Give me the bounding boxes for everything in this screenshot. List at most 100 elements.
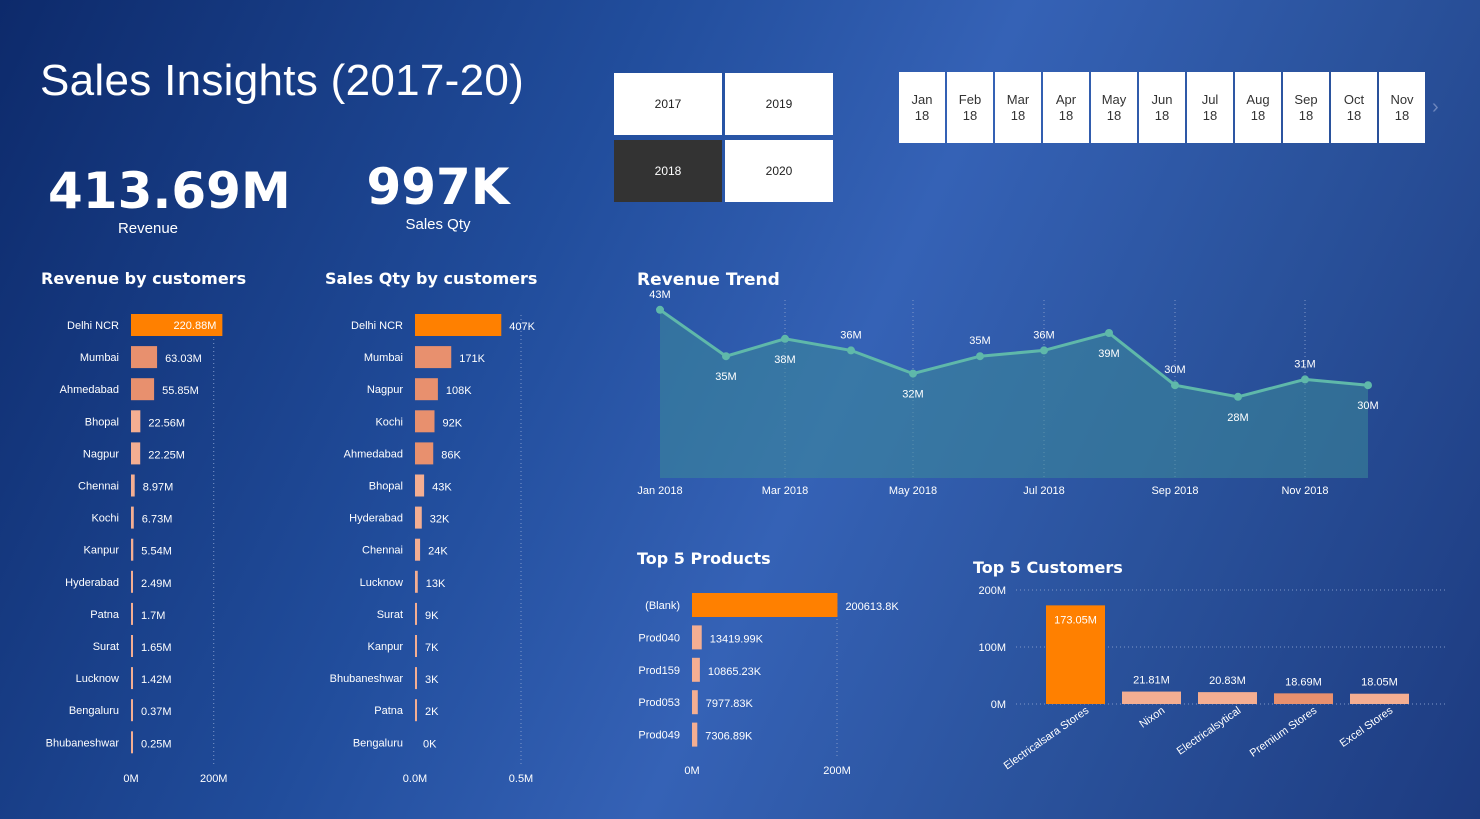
category-label: Delhi NCR [67, 320, 119, 332]
bar [1122, 691, 1181, 704]
category-label: Prod040 [638, 632, 680, 644]
data-label: 21.81M [1133, 675, 1170, 687]
data-label: 30M [1164, 364, 1185, 376]
data-label: 39M [1098, 348, 1119, 360]
bar [415, 699, 417, 722]
bar [415, 474, 425, 497]
data-point [781, 334, 789, 343]
bar [1350, 693, 1409, 704]
category-label: Surat [93, 641, 119, 653]
axis-tick-label: 0M [123, 773, 138, 785]
bar [415, 602, 417, 625]
data-label: 10865.23K [708, 666, 762, 678]
data-label: 22.25M [148, 449, 185, 461]
data-label: 220.88M [174, 320, 217, 332]
category-label: Kanpur [368, 641, 404, 653]
data-label: 5.54M [141, 546, 172, 558]
data-label: 8.97M [143, 482, 174, 494]
bar [692, 593, 838, 617]
data-label: 32K [430, 514, 450, 526]
data-label: 55.85M [162, 385, 199, 397]
data-point [656, 305, 664, 314]
data-label: 9K [425, 610, 439, 622]
area-fill [660, 309, 1368, 478]
bar [131, 570, 133, 593]
data-label: 36M [1033, 329, 1054, 341]
data-label: 0.37M [141, 706, 172, 718]
category-label: Electricalsytical [1175, 705, 1243, 758]
bar [131, 410, 141, 433]
top5-products-chart: 0M 200M (Blank) 200613.8K Prod040 13419.99K Pr… [638, 593, 899, 777]
data-label: 7K [425, 642, 439, 654]
data-label: 18.69M [1285, 676, 1322, 688]
data-label: 32M [902, 389, 923, 401]
data-point [1105, 329, 1113, 337]
data-point [1171, 381, 1179, 390]
data-point [1301, 375, 1309, 384]
data-label: 24K [428, 546, 448, 558]
axis-tick-label: 200M [823, 765, 851, 777]
bar [131, 346, 158, 369]
bar [692, 625, 702, 650]
axis-tick-label: 200M [978, 585, 1006, 597]
data-label: 86K [441, 449, 461, 461]
axis-tick-label: Mar 2018 [762, 485, 808, 497]
data-label: 0K [423, 738, 437, 750]
axis-tick-label: 0M [684, 765, 699, 777]
data-label: 0.25M [141, 738, 172, 750]
data-point [847, 346, 855, 355]
bar [415, 442, 434, 465]
category-label: (Blank) [645, 600, 680, 612]
bar [415, 378, 438, 401]
bar [131, 667, 133, 690]
data-label: 108K [446, 385, 472, 397]
data-point [1234, 392, 1242, 401]
axis-tick-label: 0M [991, 699, 1006, 711]
bar [692, 722, 698, 747]
data-label: 35M [969, 335, 990, 347]
bar [131, 635, 133, 657]
bar [131, 506, 134, 529]
data-label: 7977.83K [706, 698, 754, 710]
category-label: Prod049 [638, 730, 680, 742]
category-label: Kochi [375, 416, 403, 428]
data-label: 43K [432, 482, 452, 494]
data-label: 36M [840, 329, 861, 341]
category-label: Bhubaneshwar [46, 737, 120, 749]
data-label: 3K [425, 674, 439, 686]
category-label: Lucknow [76, 673, 119, 685]
data-label: 22.56M [148, 417, 185, 429]
data-point [1040, 346, 1048, 355]
data-label: 407K [509, 321, 535, 333]
axis-tick-label: Nov 2018 [1281, 485, 1328, 497]
data-label: 13K [426, 578, 446, 590]
category-label: Patna [374, 705, 404, 717]
category-label: Ahmedabad [344, 448, 403, 460]
category-label: Prod053 [638, 697, 680, 709]
data-label: 31M [1294, 358, 1315, 370]
category-label: Lucknow [360, 577, 403, 589]
category-label: Kochi [91, 513, 119, 525]
bar [415, 314, 502, 336]
charts-svg: 0M 200M Delhi NCR 220.88M Mumbai 63.03M Ahmeda… [46, 289, 1445, 785]
category-label: Bengaluru [353, 737, 403, 749]
category-label: Chennai [362, 545, 403, 557]
data-label: 63.03M [165, 353, 202, 365]
category-label: Bengaluru [69, 705, 119, 717]
data-label: 43M [649, 289, 670, 301]
bar [131, 731, 133, 754]
axis-tick-label: 100M [978, 642, 1006, 654]
bar [692, 690, 698, 715]
axis-tick-label: Sep 2018 [1151, 485, 1198, 497]
category-label: Hyderabad [65, 577, 119, 589]
data-label: 2K [425, 706, 439, 718]
axis-tick-label: Jan 2018 [637, 485, 682, 497]
data-label: 18.05M [1361, 677, 1398, 689]
category-label: Delhi NCR [351, 320, 403, 332]
category-label: Ahmedabad [60, 384, 119, 396]
data-point [909, 369, 917, 378]
category-label: Nixon [1137, 705, 1167, 731]
bar [415, 410, 435, 433]
bar [131, 699, 133, 722]
revenue-trend-chart: 43M 35M 38M 36M 32M 35M 36M 39M 30M 28M 31M 30M Jan … [637, 289, 1378, 497]
